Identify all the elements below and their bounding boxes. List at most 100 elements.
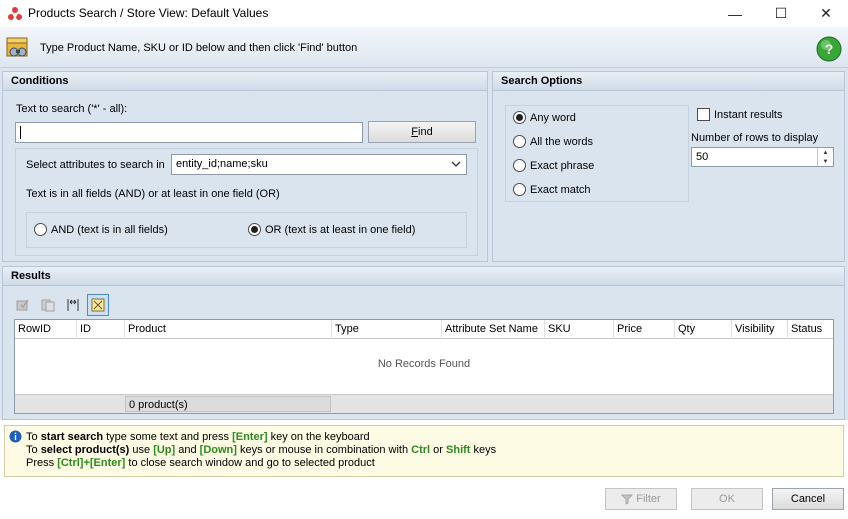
app-logo-icon [8, 7, 22, 20]
box-search-icon [6, 37, 28, 57]
column-width-button[interactable] [62, 294, 84, 316]
grid-view-icon [91, 298, 105, 312]
info-icon [9, 430, 22, 443]
ok-button-label: OK [719, 493, 735, 505]
col-id[interactable]: ID [77, 320, 125, 339]
all-words-radio-circle [513, 135, 526, 148]
window-title: Products Search / Store View: Default Va… [28, 6, 269, 20]
hint-text: Press [26, 457, 58, 469]
col-sku[interactable]: SKU [545, 320, 614, 339]
col-type[interactable]: Type [332, 320, 442, 339]
rows-value: 50 [696, 151, 709, 163]
conditions-header: Conditions [3, 72, 487, 91]
hint-text: keys or mouse in combination with [236, 444, 412, 456]
any-word-radio-circle [513, 111, 526, 124]
ok-button[interactable]: OK [691, 488, 763, 510]
hint-text: type some text and press [103, 431, 233, 443]
rows-label: Number of rows to display [691, 132, 819, 144]
col-price[interactable]: Price [614, 320, 675, 339]
hint-strong: select product(s) [40, 444, 130, 456]
grid-header: RowID ID Product Type Attribute Set Name… [15, 320, 833, 339]
instant-results-box [697, 108, 710, 121]
hint-text: keys [470, 444, 497, 456]
exact-phrase-label: Exact phrase [530, 159, 595, 172]
conditions-group: Conditions Text to search ('*' - all): F… [2, 71, 488, 262]
select-all-icon [16, 299, 29, 311]
cancel-button[interactable]: Cancel [772, 488, 844, 510]
filter-button[interactable]: Filter [605, 488, 677, 510]
column-width-icon [67, 299, 79, 311]
spin-down-icon[interactable]: ▼ [818, 157, 833, 166]
grid-view-button[interactable] [87, 294, 109, 316]
all-words-label: All the words [530, 135, 593, 148]
any-word-label: Any word [530, 111, 576, 124]
or-radio[interactable]: OR (text is at least in one field) [248, 223, 415, 236]
results-grid[interactable]: RowID ID Product Type Attribute Set Name… [14, 319, 834, 414]
hint-select-product: To select product(s) use [Up] and [Down]… [26, 444, 496, 456]
any-word-radio[interactable]: Any word [513, 111, 576, 124]
col-attribute-set[interactable]: Attribute Set Name [442, 320, 545, 339]
grid-footer: 0 product(s) [15, 394, 833, 413]
hint-text: or [430, 444, 447, 456]
svg-text:?: ? [825, 41, 834, 57]
hint-key: Shift [446, 444, 471, 456]
banner-text: Type Product Name, SKU or ID below and t… [40, 42, 358, 54]
text-cursor [20, 126, 21, 139]
rows-stepper[interactable]: 50 ▲ ▼ [691, 147, 834, 167]
col-status[interactable]: Status [788, 320, 833, 339]
and-radio-label: AND (text is in all fields) [51, 223, 168, 236]
exact-phrase-radio[interactable]: Exact phrase [513, 159, 594, 172]
search-options-group: Search Options Any word All the words Ex… [492, 71, 845, 262]
exact-phrase-radio-circle [513, 159, 526, 172]
hint-text: and [175, 444, 200, 456]
hint-text: To [26, 444, 41, 456]
exact-match-radio[interactable]: Exact match [513, 183, 591, 196]
rows-spin-buttons: ▲ ▼ [817, 148, 833, 166]
chevron-down-icon [451, 161, 461, 167]
cancel-button-label: Cancel [790, 493, 826, 505]
exact-match-radio-circle [513, 183, 526, 196]
attributes-label: Select attributes to search in [26, 159, 165, 171]
col-product[interactable]: Product [125, 320, 332, 339]
divider [0, 420, 848, 422]
maximize-button[interactable]: ☐ [758, 0, 804, 27]
main-panel: Conditions Text to search ('*' - all): F… [0, 68, 848, 422]
hint-key: [Down] [199, 444, 237, 456]
attributes-select[interactable]: entity_id;name;sku [171, 154, 467, 175]
search-options-header: Search Options [493, 72, 844, 91]
instant-results-checkbox[interactable]: Instant results [697, 108, 782, 121]
hints-panel: To start search type some text and press… [4, 425, 844, 477]
maximize-icon: ☐ [774, 5, 788, 21]
product-count: 0 product(s) [125, 396, 331, 412]
hint-text: To [26, 431, 41, 443]
hint-text: to close search window and go to selecte… [125, 457, 375, 469]
instant-results-label: Instant results [714, 108, 783, 121]
find-button[interactable]: Find [368, 121, 476, 143]
select-all-button[interactable] [12, 294, 34, 316]
or-radio-circle [248, 223, 261, 236]
hint-close-window: Press [Ctrl]+[Enter] to close search win… [26, 457, 375, 469]
hint-start-search: To start search type some text and press… [26, 431, 370, 443]
col-visibility[interactable]: Visibility [732, 320, 788, 339]
match-options-box: Any word All the words Exact phrase Exac… [505, 105, 689, 202]
and-radio[interactable]: AND (text is in all fields) [34, 223, 168, 236]
hint-text: key on the keyboard [267, 431, 370, 443]
filter-icon [621, 494, 634, 505]
spin-up-icon[interactable]: ▲ [818, 148, 833, 157]
copy-button[interactable] [37, 294, 59, 316]
close-icon: ✕ [820, 5, 832, 21]
help-icon[interactable]: ? [815, 35, 843, 63]
minimize-icon: — [728, 5, 742, 22]
title-bar: Products Search / Store View: Default Va… [0, 0, 848, 27]
hint-key: [Enter] [232, 431, 268, 443]
hint-strong: start search [40, 431, 104, 443]
search-input[interactable] [15, 122, 363, 143]
all-words-radio[interactable]: All the words [513, 135, 593, 148]
instruction-banner: Type Product Name, SKU or ID below and t… [0, 27, 848, 68]
col-qty[interactable]: Qty [675, 320, 732, 339]
col-rowid[interactable]: RowID [15, 320, 77, 339]
minimize-button[interactable]: — [712, 0, 758, 27]
results-toolbar [12, 294, 109, 318]
mode-label: Text is in all fields (AND) or at least … [26, 188, 280, 200]
close-button[interactable]: ✕ [803, 0, 848, 27]
